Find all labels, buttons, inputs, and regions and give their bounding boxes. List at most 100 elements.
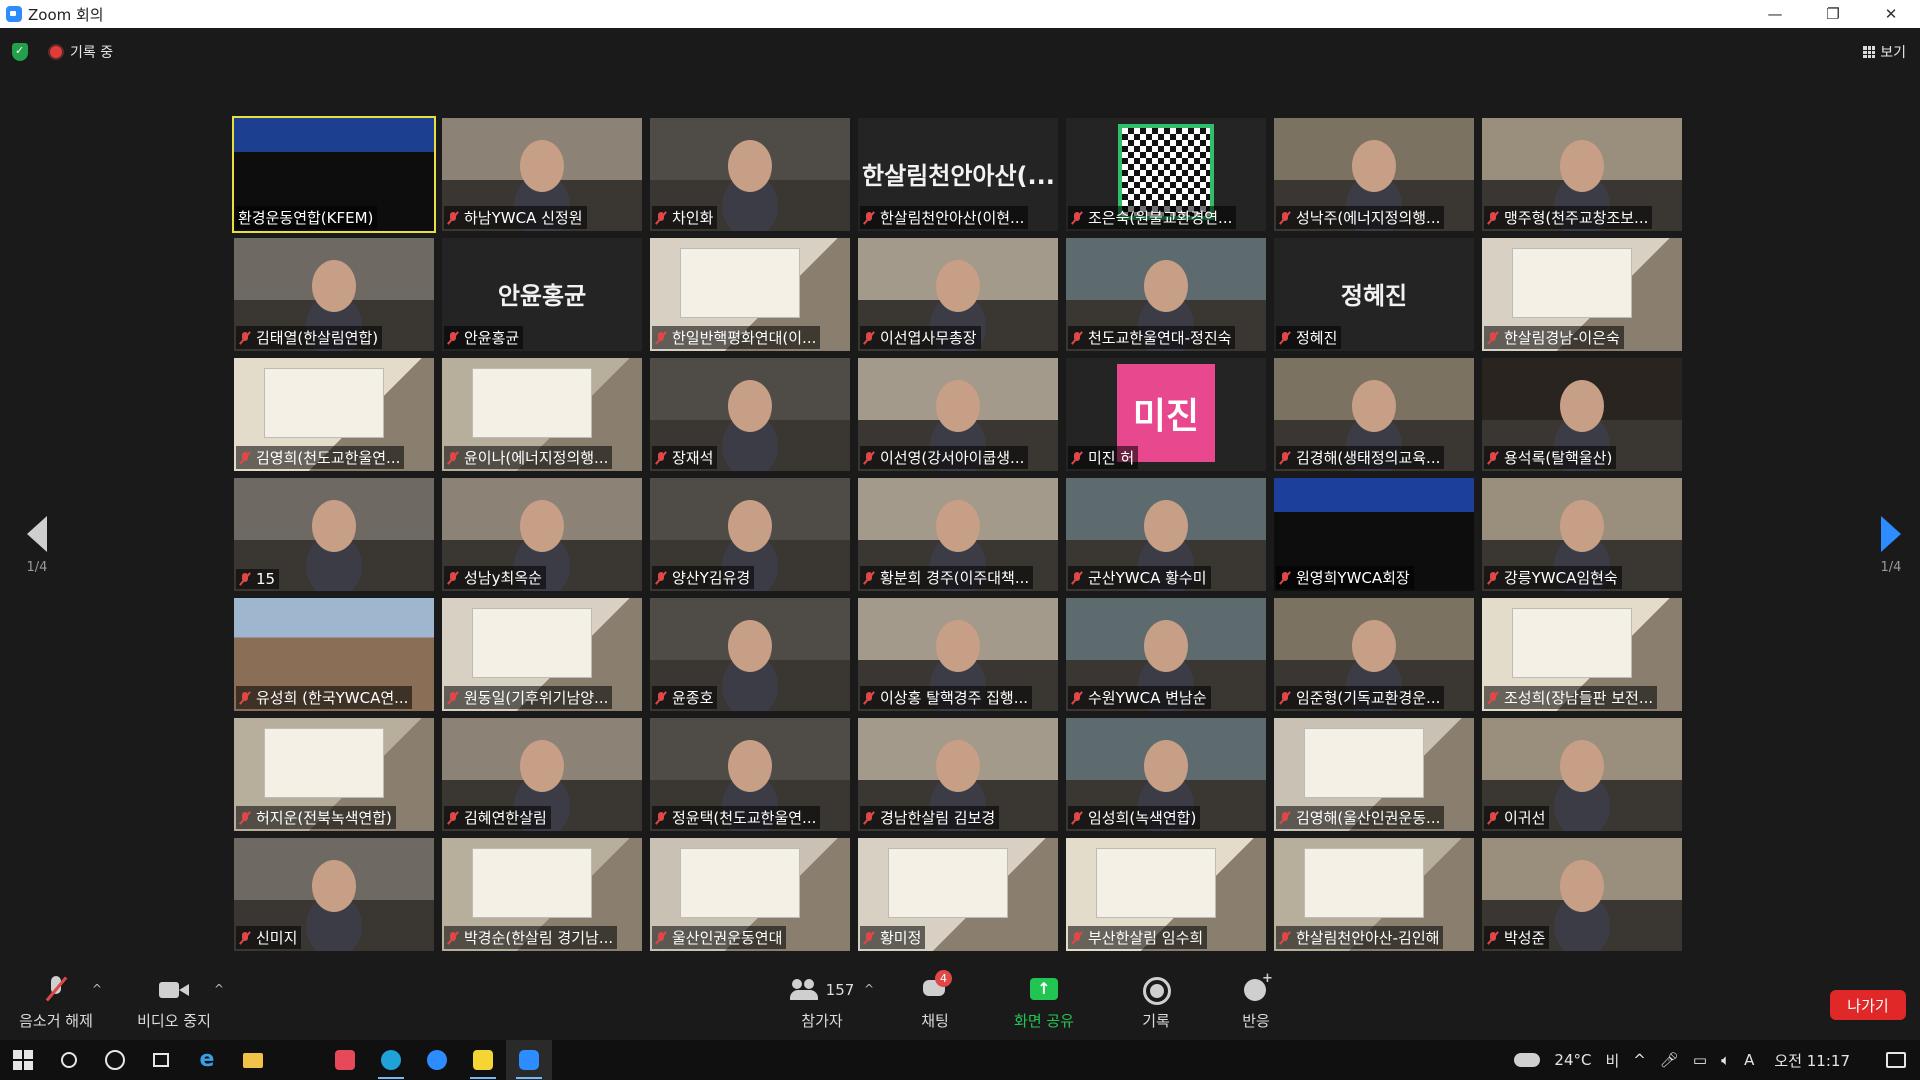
participant-tile[interactable]: 임성희(녹색연합) <box>1066 718 1266 831</box>
folder-icon <box>243 1052 263 1068</box>
cortana-icon <box>105 1050 125 1070</box>
participant-tile[interactable]: 윤종호 <box>650 598 850 711</box>
participants-options-caret[interactable]: ^ <box>864 982 874 996</box>
participant-tile[interactable]: 김경해(생태정의교육... <box>1274 358 1474 471</box>
taskbar-app[interactable] <box>322 1040 368 1080</box>
microphone-icon[interactable]: 🎤︎ <box>1660 1051 1679 1069</box>
participant-tile[interactable]: 한일반핵평화연대(이... <box>650 238 850 351</box>
taskbar-kakaotalk[interactable] <box>460 1040 506 1080</box>
share-screen-button[interactable]: 화면 공유 <box>1006 976 1082 1031</box>
battery-icon[interactable]: ▭ <box>1693 1051 1707 1069</box>
search-button[interactable] <box>46 1040 92 1080</box>
protest-sign-image <box>264 728 384 798</box>
participant-tile[interactable]: 군산YWCA 황수미 <box>1066 478 1266 591</box>
participant-tile[interactable]: 박성준 <box>1482 838 1682 951</box>
start-button[interactable] <box>0 1040 46 1080</box>
participant-tile[interactable]: 이선영(강서아이쿱생... <box>858 358 1058 471</box>
participant-tile[interactable]: 맹주형(천주교창조보... <box>1482 118 1682 231</box>
participant-tile[interactable]: 조성희(장남들판 보전... <box>1482 598 1682 711</box>
participant-tile[interactable]: 15 <box>234 478 434 591</box>
reactions-button[interactable]: 반응 <box>1236 971 1276 1031</box>
participant-tile[interactable]: 황분희 경주(이주대책... <box>858 478 1058 591</box>
participant-tile[interactable]: 임준형(기독교환경운... <box>1274 598 1474 711</box>
participant-tile[interactable]: 허지운(전북녹색연합) <box>234 718 434 831</box>
participant-tile[interactable]: 하남YWCA 신정원 <box>442 118 642 231</box>
clock[interactable]: 오전 11:17 <box>1774 1050 1850 1071</box>
participant-tile[interactable]: 이귀선 <box>1482 718 1682 831</box>
participant-tile[interactable]: 김태열(한살림연합) <box>234 238 434 351</box>
taskbar-internet-explorer[interactable]: e <box>184 1040 230 1080</box>
participant-name: 한살림천안아산(이현... <box>880 209 1025 227</box>
taskbar-zoom-meeting[interactable] <box>506 1040 552 1080</box>
participant-tile[interactable]: 강릉YWCA임현숙 <box>1482 478 1682 591</box>
participant-name-bar: 하남YWCA 신정원 <box>444 206 587 229</box>
record-button[interactable]: 기록 <box>1136 976 1176 1031</box>
previous-page-button[interactable]: 1/4 <box>17 516 57 575</box>
participant-tile[interactable]: 양산Y김유경 <box>650 478 850 591</box>
participant-tile[interactable]: 차인화 <box>650 118 850 231</box>
participant-tile[interactable]: 천도교한울연대-정진숙 <box>1066 238 1266 351</box>
participant-tile[interactable]: 이선엽사무총장 <box>858 238 1058 351</box>
participant-tile[interactable]: 정윤택(천도교한울연... <box>650 718 850 831</box>
taskbar-zoom[interactable] <box>414 1040 460 1080</box>
next-page-button[interactable]: 1/4 <box>1871 516 1911 575</box>
participant-name-bar: 황미정 <box>860 926 926 949</box>
taskbar-file-explorer[interactable] <box>230 1040 276 1080</box>
participant-tile[interactable]: 조은숙(원불교환경연... <box>1066 118 1266 231</box>
participant-tile[interactable]: 박경순(한살림 경기남... <box>442 838 642 951</box>
muted-microphone-icon <box>1278 451 1292 465</box>
audio-options-caret[interactable]: ^ <box>92 982 102 996</box>
participant-tile[interactable]: 신미지 <box>234 838 434 951</box>
notification-center-icon[interactable] <box>1886 1052 1906 1068</box>
muted-microphone-icon <box>238 811 252 825</box>
participant-name-bar: 수원YWCA 변남순 <box>1068 686 1211 709</box>
participant-tile[interactable]: 장재석 <box>650 358 850 471</box>
participant-tile[interactable]: 김영희(천도교한울연... <box>234 358 434 471</box>
view-button[interactable]: 보기 <box>1863 42 1906 62</box>
participant-tile[interactable]: 황미정 <box>858 838 1058 951</box>
participant-tile[interactable]: 김영해(울산인권운동... <box>1274 718 1474 831</box>
participant-tile[interactable]: 미진 미진 허 <box>1066 358 1266 471</box>
unmute-button[interactable]: 음소거 해제 <box>16 976 96 1031</box>
stop-video-button[interactable]: 비디오 중지 <box>132 976 216 1031</box>
participant-tile[interactable]: 원동일(기후위기남양... <box>442 598 642 711</box>
participant-tile[interactable]: 유성희 (한국YWCA연... <box>234 598 434 711</box>
security-shield-icon[interactable] <box>12 43 28 61</box>
participant-tile[interactable]: 윤이나(에너지정의행... <box>442 358 642 471</box>
volume-icon[interactable]: 🔈︎ <box>1721 1051 1730 1069</box>
participant-tile[interactable]: 김혜연한살림 <box>442 718 642 831</box>
leave-meeting-button[interactable]: 나가기 <box>1830 990 1906 1020</box>
participant-tile[interactable]: 원영희YWCA회장 <box>1274 478 1474 591</box>
show-hidden-icons-icon[interactable]: ^ <box>1633 1051 1646 1069</box>
weather-rain-icon[interactable] <box>1514 1053 1541 1067</box>
participant-tile[interactable]: 안윤홍균 안윤홍균 <box>442 238 642 351</box>
cortana-button[interactable] <box>92 1040 138 1080</box>
video-options-caret[interactable]: ^ <box>214 982 224 996</box>
participant-tile[interactable]: 성남y최옥순 <box>442 478 642 591</box>
taskbar-edge[interactable] <box>368 1040 414 1080</box>
muted-microphone-icon <box>862 691 876 705</box>
participant-tile[interactable]: 한살림경남-이은숙 <box>1482 238 1682 351</box>
input-method-indicator[interactable]: A <box>1744 1051 1754 1069</box>
participant-tile[interactable]: 부산한살림 임수희 <box>1066 838 1266 951</box>
restore-button[interactable]: ❐ <box>1804 0 1862 28</box>
participant-tile[interactable]: 정혜진 정혜진 <box>1274 238 1474 351</box>
participant-tile[interactable]: 경남한살림 김보경 <box>858 718 1058 831</box>
chat-button[interactable]: 4 채팅 <box>912 970 958 1031</box>
weather-condition: 비 <box>1605 1051 1620 1070</box>
person-silhouette <box>1144 620 1188 672</box>
participant-tile[interactable]: 수원YWCA 변남순 <box>1066 598 1266 711</box>
close-button[interactable]: ✕ <box>1862 0 1920 28</box>
muted-microphone-icon <box>654 451 668 465</box>
participant-name-bar: 환경운동연합(KFEM) <box>236 206 378 229</box>
participant-tile[interactable]: 한살림천안아산(... 한살림천안아산(이현... <box>858 118 1058 231</box>
participant-tile[interactable]: 성낙주(에너지정의행... <box>1274 118 1474 231</box>
participant-tile[interactable]: 울산인권운동연대 <box>650 838 850 951</box>
participant-tile[interactable]: 용석록(탈핵울산) <box>1482 358 1682 471</box>
minimize-button[interactable]: — <box>1746 0 1804 28</box>
participant-tile[interactable]: 이상홍 탈핵경주 집행... <box>858 598 1058 711</box>
participant-tile[interactable]: 한살림천안아산-김인해 <box>1274 838 1474 951</box>
participants-button[interactable]: 157 참가자 <box>776 976 868 1031</box>
participant-tile[interactable]: 환경운동연합(KFEM) <box>232 116 436 233</box>
task-view-button[interactable] <box>138 1040 184 1080</box>
